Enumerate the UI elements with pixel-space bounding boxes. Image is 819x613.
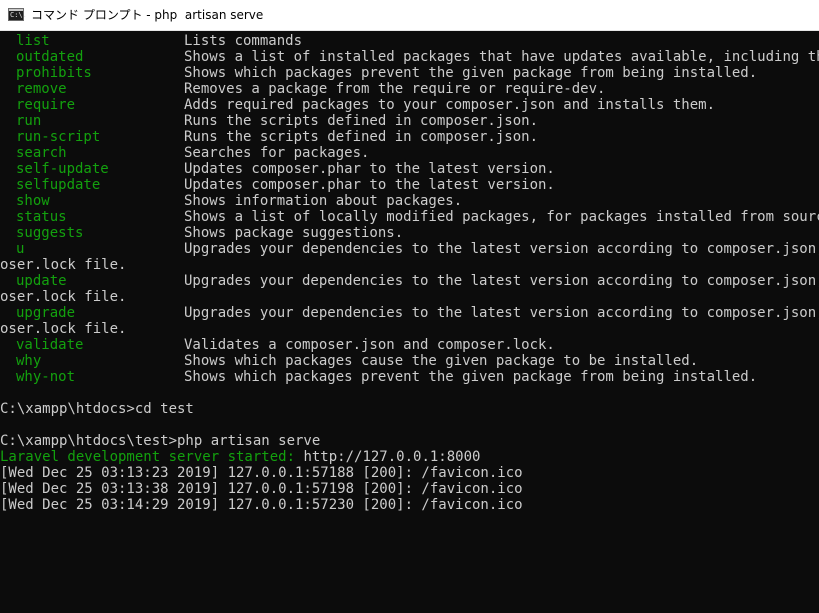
prompt-line: C:\xampp\htdocs>cd test — [0, 401, 194, 417]
command-description: Shows which packages prevent the given p… — [184, 369, 758, 385]
command-name: status — [16, 209, 67, 225]
command-description: Adds required packages to your composer.… — [184, 97, 716, 113]
command-description: Upgrades your dependencies to the latest… — [184, 241, 819, 257]
command-name: suggests — [16, 225, 84, 241]
server-started-label: Laravel development server started: — [0, 449, 296, 465]
command-description: Upgrades your dependencies to the latest… — [184, 305, 819, 321]
command-name: run-script — [16, 129, 101, 145]
command-description: Removes a package from the require or re… — [184, 81, 606, 97]
prompt-line: C:\xampp\htdocs\test>php artisan serve — [0, 433, 321, 449]
server-url: http://127.0.0.1:8000 — [295, 449, 481, 465]
command-description: Validates a composer.json and composer.l… — [184, 337, 555, 353]
command-description: Shows information about packages. — [184, 193, 463, 209]
command-name: why-not — [16, 369, 76, 385]
command-prompt-window: C:\. コマンド プロンプト - php artisan serve list… — [0, 0, 819, 613]
command-description: Shows which packages cause the given pac… — [184, 353, 699, 369]
request-log-line: [Wed Dec 25 03:14:29 2019] 127.0.0.1:572… — [0, 497, 523, 513]
command-description: Updates composer.phar to the latest vers… — [184, 177, 555, 193]
command-name: u — [16, 241, 25, 257]
window-title: コマンド プロンプト - php artisan serve — [31, 8, 264, 22]
command-name: why — [16, 353, 42, 369]
console-output[interactable]: list Lists commands outdated Shows a list o… — [0, 31, 819, 613]
wrapped-line: oser.lock file. — [0, 321, 127, 337]
command-name: self-update — [16, 161, 109, 177]
request-log-line: [Wed Dec 25 03:13:23 2019] 127.0.0.1:571… — [0, 465, 523, 481]
command-description: Searches for packages. — [184, 145, 370, 161]
command-name: prohibits — [16, 65, 92, 81]
request-log-line: [Wed Dec 25 03:13:38 2019] 127.0.0.1:571… — [0, 481, 523, 497]
command-name: upgrade — [16, 305, 76, 321]
command-description: Shows a list of locally modified package… — [184, 209, 819, 225]
wrapped-line: oser.lock file. — [0, 289, 127, 305]
wrapped-line: oser.lock file. — [0, 257, 127, 273]
command-description: Runs the scripts defined in composer.jso… — [184, 113, 539, 129]
command-name: validate — [16, 337, 84, 353]
command-name: update — [16, 273, 67, 289]
command-name: list — [16, 33, 50, 49]
command-description: Shows package suggestions. — [184, 225, 404, 241]
server-started-line: Laravel development server started: http… — [0, 449, 480, 465]
console-app-icon[interactable]: C:\. — [8, 8, 27, 21]
command-description: Shows a list of installed packages that … — [184, 49, 819, 65]
command-name: require — [16, 97, 76, 113]
command-name: run — [16, 113, 42, 129]
command-name: search — [16, 145, 67, 161]
command-name: remove — [16, 81, 67, 97]
command-description: Updates composer.phar to the latest vers… — [184, 161, 555, 177]
command-description: Upgrades your dependencies to the latest… — [184, 273, 819, 289]
command-name: show — [16, 193, 50, 209]
command-name: selfupdate — [16, 177, 101, 193]
command-description: Runs the scripts defined in composer.jso… — [184, 129, 539, 145]
command-description: Shows which packages prevent the given p… — [184, 65, 758, 81]
command-name: outdated — [16, 49, 84, 65]
title-bar[interactable]: C:\. コマンド プロンプト - php artisan serve — [0, 0, 819, 31]
command-description: Lists commands — [184, 33, 303, 49]
